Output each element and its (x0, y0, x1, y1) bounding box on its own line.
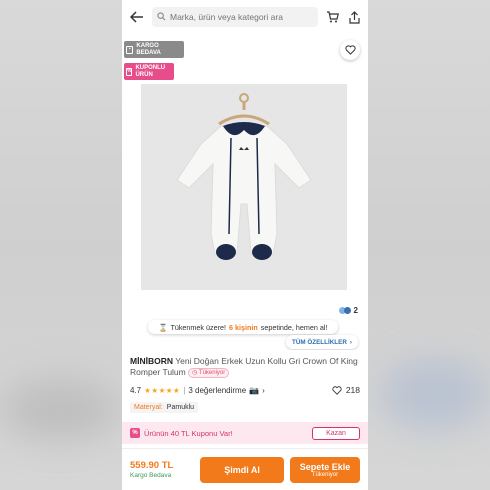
rating-row: 4.7 ★★★★★ | 3 değerlendirme 📷 › 218 (130, 384, 360, 396)
reviews-link[interactable]: 3 değerlendirme (188, 386, 246, 395)
favorites-count: 2 (353, 306, 358, 315)
coupon-banner: % Ürünün 40 TL Kuponu Var! Kazan (122, 422, 368, 444)
ticket-icon: % (126, 67, 133, 76)
material-label: Materyal: (134, 404, 163, 411)
coupon-badge: % KUPONLU ÜRÜN (124, 63, 174, 80)
product-title: MİNİBORN Yeni Doğan Erkek Uzun Kollu Gri… (130, 356, 360, 378)
buy-now-button[interactable]: Şimdi Al (200, 456, 284, 483)
price: 559.90 TL (130, 460, 174, 471)
material-value: Pamuklu (166, 404, 195, 411)
material-chip: Materyal: Pamuklu (130, 402, 199, 413)
add-to-cart-button[interactable]: Sepete Ekle Tükeniyor (289, 456, 360, 483)
stock-prefix: Tükenmek üzere! (170, 322, 226, 332)
cargo-free-badge: ▪ KARGO BEDAVA (124, 41, 184, 58)
search-input[interactable] (170, 12, 300, 22)
add-to-cart-label: Sepete Ekle (299, 461, 351, 472)
brand-name[interactable]: MİNİBORN (130, 356, 173, 366)
cargo-badge-label: KARGO BEDAVA (136, 43, 161, 56)
sold-out-tag: ◷ Tükeniyor (188, 368, 230, 378)
heart-icon (332, 385, 342, 395)
rating-value: 4.7 (130, 385, 142, 395)
phone-screen: ▪ KARGO BEDAVA % KUPONLU ÜRÜN (122, 0, 368, 490)
all-specs-button[interactable]: TÜM ÖZELLİKLER › (285, 335, 358, 349)
hourglass-icon: ⌛ (158, 322, 168, 332)
stock-highlight: 6 kişinin (228, 322, 258, 332)
product-image[interactable] (141, 84, 347, 290)
product-gallery[interactable]: ▪ KARGO BEDAVA % KUPONLU ÜRÜN 2 ⌛ Tükenm… (122, 34, 368, 349)
chevron-right-icon: › (262, 385, 265, 395)
truck-icon: ▪ (126, 45, 134, 54)
cargo-note: Kargo Bedava (130, 472, 172, 479)
favorites-indicator: 2 (338, 306, 358, 315)
background-blur (380, 360, 490, 430)
top-bar (122, 0, 368, 34)
search-icon (157, 8, 166, 26)
stock-suffix: sepetinde, hemen al! (260, 322, 328, 332)
romper-illustration (141, 84, 347, 290)
coupon-text: Ürünün 40 TL Kuponu Var! (144, 428, 233, 438)
favorite-dots (338, 307, 351, 314)
search-box[interactable] (152, 7, 318, 27)
price-block: 559.90 TL Kargo Bedava (130, 460, 196, 479)
heart-icon (344, 45, 356, 55)
camera-icon: 📷 (249, 385, 260, 395)
cart-icon[interactable] (324, 9, 340, 25)
product-info: MİNİBORN Yeni Doğan Erkek Uzun Kollu Gri… (122, 350, 368, 414)
favorite-button[interactable] (340, 40, 360, 60)
bottom-bar: 559.90 TL Kargo Bedava Şimdi Al Sepete E… (122, 448, 368, 490)
rating-stars: ★★★★★ (144, 385, 181, 395)
chevron-right-icon: › (349, 338, 352, 346)
background-blur (0, 380, 120, 440)
add-to-cart-sublabel: Tükeniyor (311, 471, 339, 478)
earn-coupon-button[interactable]: Kazan (312, 426, 360, 440)
share-icon[interactable] (346, 9, 362, 25)
percent-icon: % (130, 428, 140, 438)
likes-count: 218 (345, 385, 360, 395)
stock-notice: ⌛ Tükenmek üzere! 6 kişinin sepetinde, h… (148, 320, 338, 334)
rating-divider: | (183, 385, 186, 395)
back-arrow-icon[interactable] (128, 8, 146, 26)
likes[interactable]: 218 (332, 385, 360, 395)
coupon-badge-label: KUPONLU ÜRÜN (135, 65, 166, 78)
all-specs-label: TÜM ÖZELLİKLER (291, 338, 347, 346)
sold-tag-label: Tükeniyor (198, 370, 226, 376)
